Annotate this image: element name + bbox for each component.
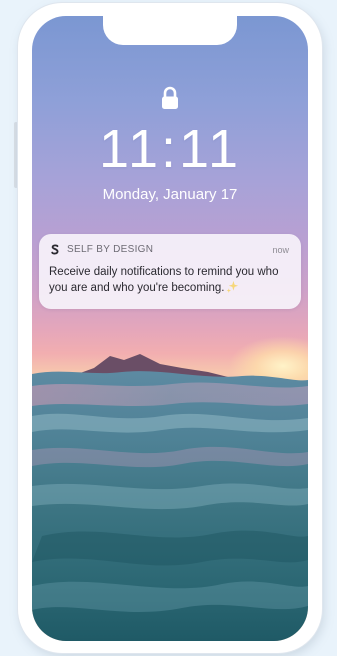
page-background: 11:11 Monday, January 17 SELF BY DESIGN … xyxy=(0,0,337,656)
self-by-design-logo-icon xyxy=(51,244,59,255)
lock-screen-date: Monday, January 17 xyxy=(102,186,238,203)
phone-notch xyxy=(103,16,237,45)
notification-timestamp: now xyxy=(272,245,289,255)
notification-app-name: SELF BY DESIGN xyxy=(67,244,154,255)
notification-message-text: Receive daily notifications to remind yo… xyxy=(49,266,279,294)
lock-screen: 11:11 Monday, January 17 SELF BY DESIGN … xyxy=(32,16,308,641)
ocean-wallpaper xyxy=(32,354,308,641)
phone-frame: 11:11 Monday, January 17 SELF BY DESIGN … xyxy=(18,3,322,653)
lock-icon xyxy=(162,86,178,109)
lock-screen-time: 11:11 xyxy=(98,119,242,179)
notification-message: Receive daily notifications to remind yo… xyxy=(49,264,293,296)
notification-card[interactable]: SELF BY DESIGN now Receive daily notific… xyxy=(39,234,301,309)
sparkle-icon xyxy=(227,280,239,293)
